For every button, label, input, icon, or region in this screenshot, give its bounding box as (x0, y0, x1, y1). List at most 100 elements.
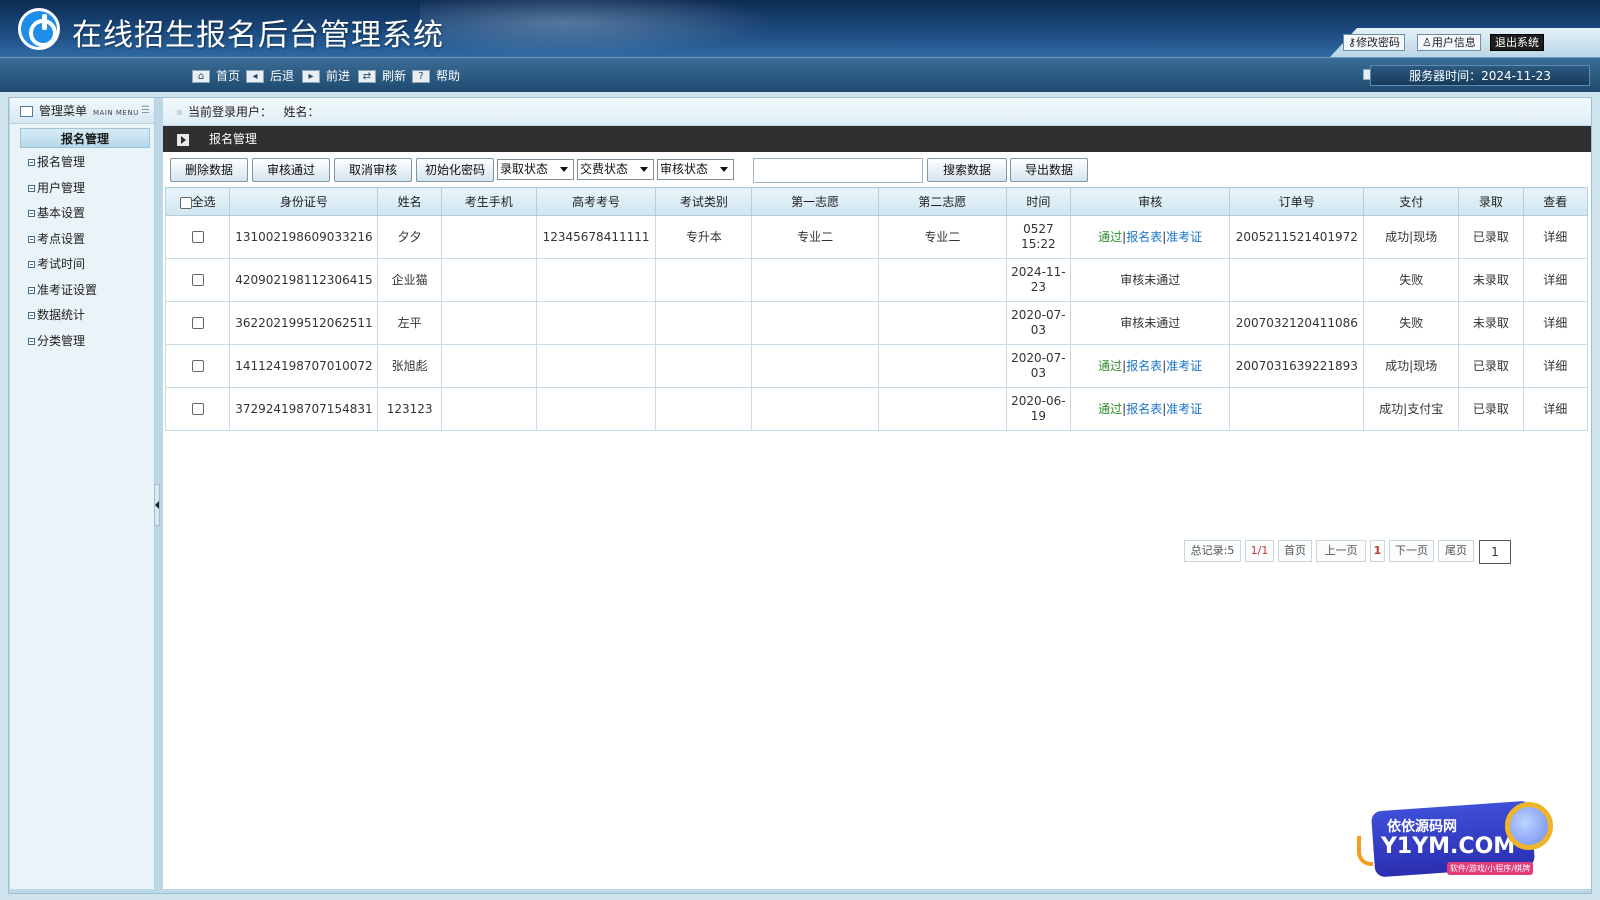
cell-name: 左平 (377, 301, 442, 345)
help-icon: ? (412, 70, 430, 83)
search-button[interactable]: 搜索数据 (927, 158, 1007, 182)
select-all-checkbox[interactable] (179, 196, 192, 209)
cell-order-number (1229, 258, 1365, 302)
table-row: 131002198609033216 夕夕 12345678411111 专升本 专业二… (164, 215, 1589, 259)
sidebar: 管理菜单 MAIN MENU ☰ 报名管理 报名管理 用户管理 基本设置 考点设置… (10, 98, 155, 889)
expand-icon (28, 261, 35, 268)
col-exam-number: 高考考号 (535, 187, 657, 216)
cancel-audit-button[interactable]: 取消审核 (334, 158, 412, 182)
logout-button[interactable]: 退出系统 (1490, 34, 1544, 51)
sidebar-toggle-handle[interactable] (154, 484, 160, 526)
pager-current[interactable]: 1 (1370, 540, 1385, 562)
col-order-number: 订单号 (1229, 187, 1365, 216)
cell-first-choice (751, 301, 879, 345)
admission-status-select[interactable]: 录取状态 (497, 159, 574, 180)
nav-help[interactable]: ? 帮助 (412, 68, 460, 84)
cell-select (164, 344, 231, 388)
cell-second-choice (878, 387, 1007, 431)
pager-first[interactable]: 首页 (1278, 540, 1312, 562)
cell-time: 2020-07- 03 (1005, 344, 1072, 388)
sidebar-section-registration[interactable]: 报名管理 (20, 128, 150, 148)
nav-forward[interactable]: ▸ 前进 (302, 68, 350, 84)
sidebar-item-statistics[interactable]: 数据统计 (10, 303, 154, 329)
col-select-all[interactable]: 全选 (164, 187, 231, 216)
pager-next[interactable]: 下一页 (1389, 540, 1434, 562)
cell-second-choice (878, 344, 1007, 388)
cell-name: 企业猫 (377, 258, 442, 302)
export-button[interactable]: 导出数据 (1010, 158, 1088, 182)
cell-audit[interactable]: 通过|报名表|准考证 (1070, 344, 1231, 388)
row-checkbox[interactable] (191, 317, 204, 329)
cell-payment: 成功|支付宝 (1363, 387, 1460, 431)
cell-audit[interactable]: 通过|报名表|准考证 (1070, 387, 1231, 431)
cell-view[interactable]: 详细 (1522, 344, 1589, 388)
cell-view[interactable]: 详细 (1522, 387, 1589, 431)
user-info-button[interactable]: ♙用户信息 (1417, 34, 1481, 51)
search-input[interactable] (753, 158, 923, 183)
nav-refresh[interactable]: ⇄ 刷新 (358, 68, 406, 84)
audit-link[interactable]: 准考证 (1166, 359, 1202, 373)
back-icon: ◂ (246, 70, 264, 83)
pager-prev[interactable]: 上一页 (1316, 540, 1366, 562)
row-checkbox[interactable] (191, 403, 204, 415)
cell-view[interactable]: 详细 (1522, 301, 1589, 345)
col-id-number: 身份证号 (229, 187, 379, 216)
refresh-icon: ⇄ (358, 70, 376, 83)
sidebar-item-exam-time[interactable]: 考试时间 (10, 252, 154, 278)
app-header: 在线招生报名后台管理系统 ⚷修改密码 ♙用户信息 退出系统 (0, 0, 1600, 57)
watermark-logo: 依依源码网 Y1YM.COM 软件/游戏/小程序/棋牌 (1357, 800, 1565, 878)
table-row: 420902198112306415 企业猫 2024-11- 23 审核未通过 失败未… (164, 258, 1589, 302)
cell-order-number: 2007031639221893 (1229, 344, 1365, 388)
nav-toolbar: ⌂ 首页 ◂ 后退 ▸ 前进 ⇄ 刷新 ? 帮助 服务器时间：2024-11-23 (0, 57, 1600, 92)
col-phone: 考生手机 (440, 187, 537, 216)
expand-icon (28, 210, 35, 217)
current-user-bar: 当前登录用户： 姓名： (163, 98, 1591, 126)
approve-button[interactable]: 审核通过 (252, 158, 330, 182)
cell-name: 123123 (377, 387, 442, 431)
audit-link[interactable]: 准考证 (1166, 402, 1202, 416)
cell-payment: 成功|现场 (1363, 215, 1460, 259)
payment-status-select[interactable]: 交费状态 (577, 159, 654, 180)
col-second-choice: 第二志愿 (878, 187, 1007, 216)
cell-view[interactable]: 详细 (1522, 215, 1589, 259)
audit-link[interactable]: 准考证 (1166, 230, 1202, 244)
row-checkbox[interactable] (191, 274, 204, 286)
cell-audit[interactable]: 审核未通过 (1070, 258, 1231, 302)
server-time: 服务器时间：2024-11-23 (1370, 65, 1590, 86)
col-exam-category: 考试类别 (655, 187, 753, 216)
cell-view[interactable]: 详细 (1522, 258, 1589, 302)
delete-button[interactable]: 删除数据 (170, 158, 248, 182)
pager-last[interactable]: 尾页 (1438, 540, 1474, 562)
sidebar-item-exam-sites[interactable]: 考点设置 (10, 227, 154, 253)
sidebar-item-registration[interactable]: 报名管理 (10, 150, 154, 176)
nav-home[interactable]: ⌂ 首页 (192, 68, 240, 84)
cell-time: 2024-11- 23 (1005, 258, 1072, 302)
row-checkbox[interactable] (191, 231, 204, 243)
cell-audit[interactable]: 审核未通过 (1070, 301, 1231, 345)
audit-link[interactable]: 通过 (1098, 230, 1122, 244)
sidebar-item-users[interactable]: 用户管理 (10, 176, 154, 202)
page-jump-input[interactable]: 1 (1479, 540, 1511, 564)
sidebar-item-basic-settings[interactable]: 基本设置 (10, 201, 154, 227)
change-password-button[interactable]: ⚷修改密码 (1343, 34, 1406, 51)
magnifier-icon (1505, 802, 1553, 850)
sidebar-item-ticket-settings[interactable]: 准考证设置 (10, 278, 154, 304)
audit-link[interactable]: 报名表 (1126, 402, 1162, 416)
reset-password-button[interactable]: 初始化密码 (416, 158, 494, 182)
expand-icon (28, 337, 35, 345)
cell-id-number: 372924198707154831 (229, 387, 379, 431)
cell-audit[interactable]: 通过|报名表|准考证 (1070, 215, 1231, 259)
audit-link[interactable]: 通过 (1098, 402, 1122, 416)
audit-link[interactable]: 报名表 (1126, 230, 1162, 244)
audit-link[interactable]: 通过 (1098, 359, 1122, 373)
collapse-lines-icon[interactable]: ☰ (141, 98, 150, 124)
audit-link[interactable]: 报名表 (1126, 359, 1162, 373)
nav-back[interactable]: ◂ 后退 (246, 68, 294, 84)
cell-order-number: 2005211521401972 (1229, 215, 1365, 259)
cell-id-number: 420902198112306415 (229, 258, 379, 302)
row-checkbox[interactable] (191, 360, 204, 372)
cell-admission: 已录取 (1458, 344, 1524, 388)
audit-status-select[interactable]: 审核状态 (657, 159, 734, 180)
sidebar-item-categories[interactable]: 分类管理 (10, 329, 154, 355)
cell-exam-category: 专升本 (655, 215, 753, 259)
